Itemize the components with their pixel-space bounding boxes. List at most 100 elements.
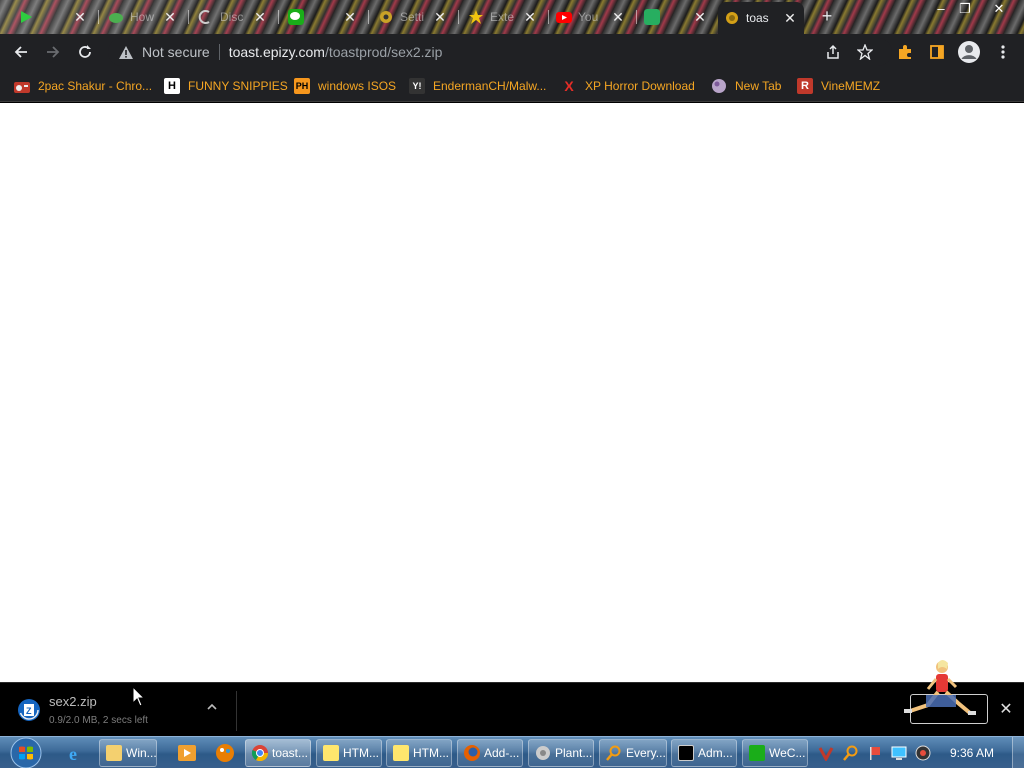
speaker-tray-icon[interactable] [915, 745, 931, 761]
close-icon[interactable]: ✕ [72, 9, 88, 26]
side-panel-button[interactable] [924, 39, 950, 65]
close-icon[interactable]: ✕ [162, 9, 178, 26]
paint-icon[interactable] [214, 742, 236, 764]
restore-button[interactable]: ❐ [950, 1, 980, 17]
bookmarks-bar: 2pac Shakur - Chro... H FUNNY SNIPPIES P… [0, 70, 1024, 102]
tab-7[interactable]: You ✕ [550, 3, 632, 31]
share-button[interactable] [820, 39, 846, 65]
search-tray-icon[interactable] [843, 745, 859, 761]
browser-toolbar: Not secure toast.epizy.com/toastprod/sex… [0, 34, 1024, 70]
bookmark-label: New Tab [735, 79, 782, 93]
taskbar-item[interactable]: Win... [99, 739, 157, 767]
bookmark-item[interactable]: PH windows ISOS [294, 76, 396, 96]
bookmark-label: FUNNY SNIPPIES [188, 79, 288, 93]
tab-8[interactable]: ✕ [638, 3, 714, 31]
monitor-tray-icon[interactable] [891, 745, 907, 761]
back-button[interactable] [8, 39, 34, 65]
zip-file-icon[interactable]: Z [18, 699, 40, 721]
taskbar-item[interactable]: HTM... [386, 739, 452, 767]
taskbar-item[interactable]: Every... [599, 739, 667, 767]
close-icon[interactable]: ✕ [692, 9, 708, 26]
tab-active[interactable]: toas ✕ [718, 2, 804, 34]
arrow-left-icon [14, 46, 27, 58]
flag-tray-icon[interactable] [867, 745, 883, 761]
taskbar-item[interactable]: toast... [245, 739, 311, 767]
search-everything-icon [606, 745, 621, 761]
download-filename[interactable]: sex2.zip [49, 694, 97, 709]
tab-4[interactable]: ✕ [282, 3, 364, 31]
bookmark-star-button[interactable] [852, 39, 878, 65]
profile-button[interactable] [956, 39, 982, 65]
tab-strip: ✕ How ✕ Disc ✕ ✕ Setti ✕ Exte ✕ You ✕ ✕ … [0, 0, 1024, 34]
radio-icon [14, 78, 30, 94]
url-host[interactable]: toast.epizy.com [229, 44, 325, 60]
extensions-button[interactable] [892, 39, 918, 65]
wechat-icon [288, 9, 304, 25]
bookmark-item[interactable]: H FUNNY SNIPPIES [164, 76, 288, 96]
tab-6[interactable]: Exte ✕ [462, 3, 544, 31]
tab-separator [458, 10, 459, 24]
address-bar[interactable]: Not secure toast.epizy.com/toastprod/sex… [108, 38, 892, 66]
reload-button[interactable] [72, 39, 98, 65]
h-logo-icon: H [164, 78, 180, 94]
close-shelf-button[interactable]: ✕ [996, 700, 1016, 720]
toast-icon [726, 12, 738, 24]
dancing-figure-image [904, 660, 976, 715]
tab-title: Exte [490, 10, 515, 24]
clock[interactable]: 9:36 AM [950, 746, 994, 760]
bookmark-item[interactable]: X XP Horror Download [561, 76, 695, 96]
tab-1[interactable]: ✕ [12, 3, 94, 31]
bookmark-item[interactable]: Y! EndermanCH/Malw... [409, 76, 546, 96]
tab-2[interactable]: How ✕ [102, 3, 184, 31]
taskbar-label: Adm... [698, 746, 733, 760]
bookmark-item[interactable]: 2pac Shakur - Chro... [14, 76, 152, 96]
puzzle-icon [469, 10, 483, 24]
share-icon [827, 44, 839, 59]
kebab-menu-icon [1001, 45, 1005, 59]
yp-logo-icon: Y! [409, 78, 425, 94]
tab-5[interactable]: Setti ✕ [372, 3, 454, 31]
windows-start-icon[interactable] [6, 737, 46, 768]
tab-3[interactable]: Disc ✕ [192, 3, 274, 31]
chevron-up-icon[interactable] [203, 701, 221, 719]
svg-text:e: e [69, 744, 77, 764]
media-player-icon[interactable] [176, 742, 198, 764]
tab-separator [278, 10, 279, 24]
taskbar-item[interactable]: Plant... [528, 739, 594, 767]
close-icon[interactable]: ✕ [782, 10, 798, 27]
taskbar-item[interactable]: Add-... [457, 739, 523, 767]
x-logo-icon: X [564, 78, 574, 94]
show-desktop-button[interactable] [1012, 737, 1024, 768]
screen: ✕ How ✕ Disc ✕ ✕ Setti ✕ Exte ✕ You ✕ ✕ … [0, 0, 1024, 768]
tab-separator [98, 10, 99, 24]
v-tray-icon[interactable] [818, 745, 834, 761]
menu-button[interactable] [990, 39, 1016, 65]
close-icon[interactable]: ✕ [342, 9, 358, 26]
close-icon[interactable]: ✕ [522, 9, 538, 26]
forward-button[interactable] [40, 39, 66, 65]
close-window-button[interactable]: ✕ [984, 1, 1014, 17]
new-tab-button[interactable]: + [818, 6, 836, 27]
security-label[interactable]: Not secure [142, 44, 210, 60]
help-icon [393, 745, 409, 761]
svg-text:Z: Z [26, 706, 32, 716]
wechat-icon [749, 745, 765, 761]
taskbar-item[interactable]: WeC... [742, 739, 808, 767]
tab-separator [188, 10, 189, 24]
close-icon[interactable]: ✕ [252, 9, 268, 26]
warning-icon[interactable] [118, 44, 134, 60]
tab-title: Disc [220, 10, 244, 24]
taskbar-item[interactable]: Adm... [671, 739, 737, 767]
side-panel-icon [930, 45, 944, 59]
bookmark-item[interactable]: R VineMEMZ [797, 76, 880, 96]
firefox-icon [464, 745, 480, 761]
url-path[interactable]: /toastprod/sex2.zip [325, 44, 443, 60]
close-icon[interactable]: ✕ [610, 9, 626, 26]
internet-explorer-icon[interactable]: e [66, 742, 88, 764]
download-status: 0.9/2.0 MB, 2 secs left [49, 715, 148, 726]
bookmark-item[interactable]: New Tab [711, 76, 781, 96]
taskbar-item[interactable]: HTM... [316, 739, 382, 767]
close-icon[interactable]: ✕ [432, 9, 448, 26]
bookmark-label: 2pac Shakur - Chro... [38, 79, 153, 93]
gear-icon [380, 11, 392, 23]
